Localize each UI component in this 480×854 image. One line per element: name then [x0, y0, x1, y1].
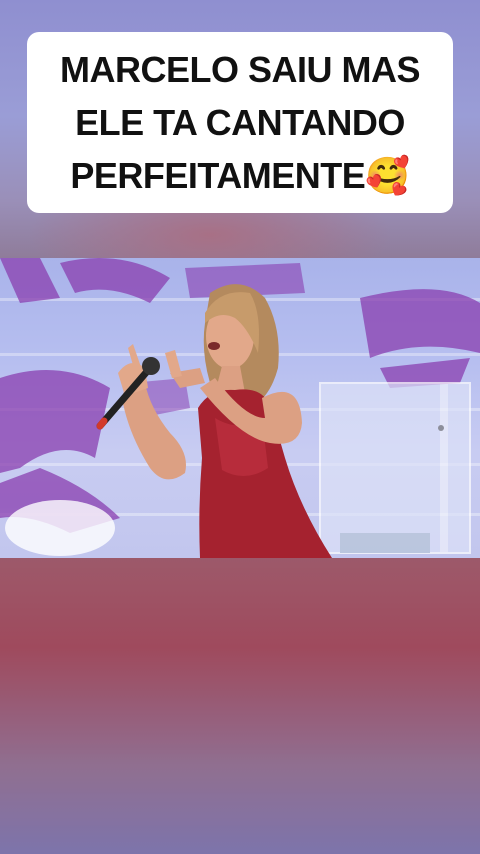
- performance-scene: [0, 258, 480, 558]
- acrylic-stand: [319, 382, 471, 554]
- caption-text: MARCELO SAIU MAS ELE TA CANTANDO PERFEIT…: [60, 43, 421, 202]
- blurred-background-bottom: [0, 558, 480, 854]
- caption-line-2: ELE TA CANTANDO: [75, 102, 405, 143]
- caption-line-1: MARCELO SAIU MAS: [60, 49, 421, 90]
- performer: [96, 284, 332, 558]
- caption-card: MARCELO SAIU MAS ELE TA CANTANDO PERFEIT…: [27, 32, 453, 213]
- video-frame[interactable]: [0, 258, 480, 558]
- caption-line-3: PERFEITAMENTE🥰: [70, 155, 410, 196]
